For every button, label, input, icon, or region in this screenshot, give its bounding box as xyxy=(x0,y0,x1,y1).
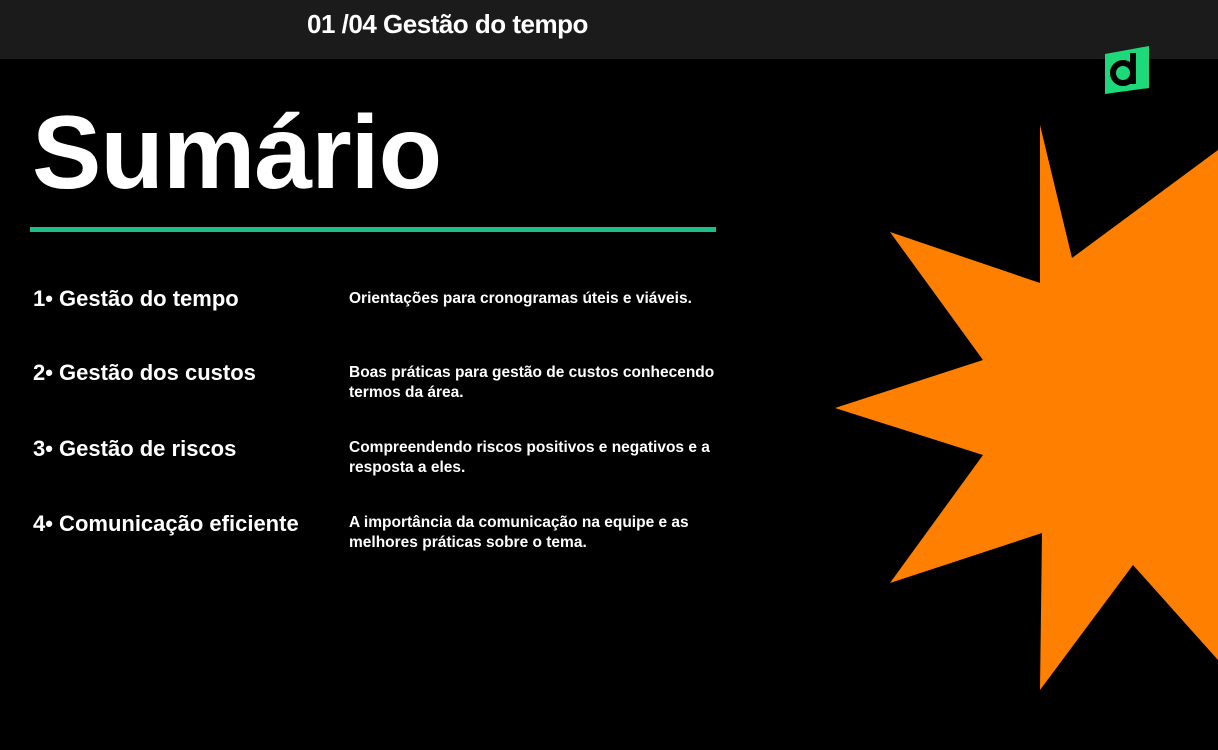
agenda-item-title-3: 3• Gestão de riscos xyxy=(33,436,237,461)
starburst-polygon xyxy=(835,125,1218,690)
agenda-item-title-4: 4• Comunicação eficiente xyxy=(33,511,299,536)
slide-heading: Sumário xyxy=(32,95,442,211)
agenda-item-title-1: 1• Gestão do tempo xyxy=(33,286,239,311)
video-chapter-title: 01 /04 Gestão do tempo xyxy=(307,9,588,39)
agenda-item-description-3: Compreendendo riscos positivos e negativ… xyxy=(349,439,710,476)
agenda-item-description-1: Orientações para cronogramas úteis e viá… xyxy=(349,290,692,307)
heading-divider xyxy=(30,227,716,232)
agenda-item-description-2: Boas práticas para gestão de custos conh… xyxy=(349,364,715,401)
agenda-item-title-2: 2• Gestão dos custos xyxy=(33,360,256,385)
top-bar: 01 /04 Gestão do tempo xyxy=(0,0,1218,59)
brand-logo-icon xyxy=(1105,46,1149,94)
presentation-slide: 01 /04 Gestão do tempo Sumário 1• Gestão… xyxy=(0,0,1218,750)
agenda-item-description-4: A importância da comunicação na equipe e… xyxy=(349,514,689,551)
